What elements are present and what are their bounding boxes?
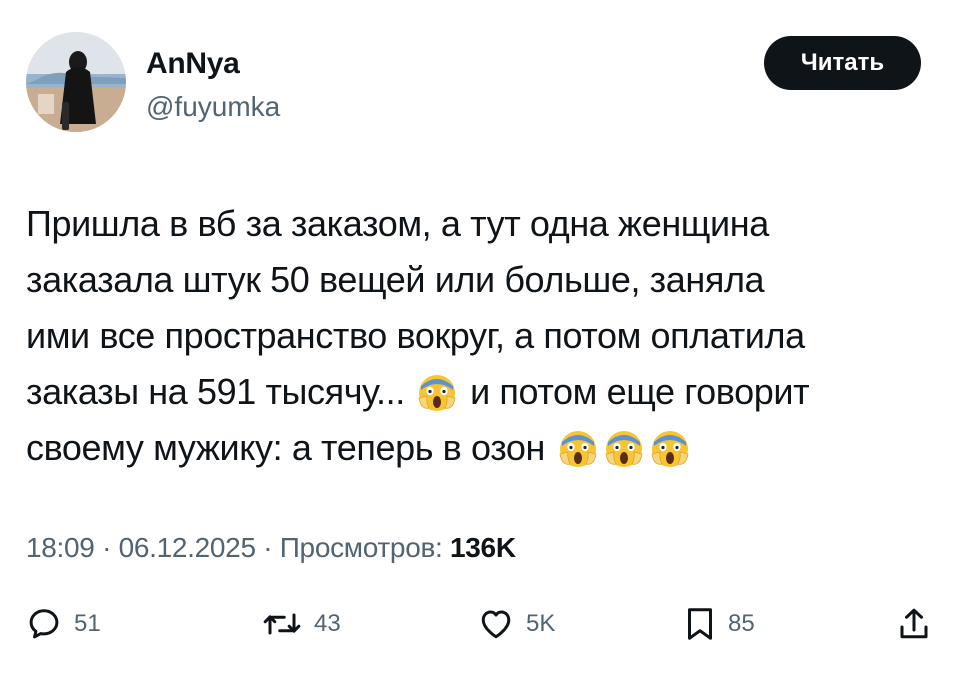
tweet-line: заказы на 591 тысячу... — [26, 371, 405, 412]
share-button[interactable] — [896, 604, 932, 644]
scream-emoji-icon — [558, 428, 598, 468]
follow-button[interactable]: Читать — [764, 36, 921, 90]
views-label: Просмотров: — [279, 532, 443, 563]
tweet-date[interactable]: 06.12.2025 — [119, 532, 256, 563]
tweet-line: своему мужику: а теперь в озон — [26, 427, 546, 468]
bookmark-icon — [688, 608, 712, 640]
reply-count: 51 — [74, 610, 101, 637]
share-icon — [900, 608, 928, 639]
tweet-line: заказала штук 50 вещей или больше, занял… — [26, 259, 765, 300]
scream-emoji-icon — [604, 428, 644, 468]
reply-icon — [29, 609, 59, 639]
tweet-card: AnNya @fuyumka Читать Пришла в вб за зак… — [0, 0, 960, 674]
views-count: 136K — [450, 532, 516, 563]
tweet-meta: 18:09 · 06.12.2025 · Просмотров: 136K — [26, 530, 516, 566]
bookmark-count: 85 — [728, 610, 755, 637]
tweet-text: Пришла в вб за заказом, а тут одна женщи… — [26, 196, 946, 476]
bookmark-button[interactable]: 85 — [684, 604, 755, 644]
like-count: 5K — [526, 610, 556, 637]
avatar-photo — [26, 32, 126, 132]
tweet-line: и потом еще говорит — [470, 371, 810, 412]
repost-button[interactable]: 43 — [262, 604, 341, 644]
scream-emoji-icon — [650, 428, 690, 468]
repost-count: 43 — [314, 610, 341, 637]
meta-separator: · — [263, 532, 273, 563]
tweet-time[interactable]: 18:09 — [26, 532, 95, 563]
like-icon — [481, 610, 511, 639]
repost-icon — [263, 613, 301, 635]
tweet-line: Пришла в вб за заказом, а тут одна женщи… — [26, 203, 769, 244]
like-button[interactable]: 5K — [478, 604, 555, 644]
scream-emoji-icon — [417, 372, 457, 412]
tweet-line: ими все пространство вокруг, а потом опл… — [26, 315, 805, 356]
avatar[interactable] — [26, 32, 126, 132]
meta-separator: · — [102, 532, 112, 563]
user-handle[interactable]: @fuyumka — [146, 90, 280, 124]
reply-button[interactable]: 51 — [26, 604, 101, 644]
display-name[interactable]: AnNya — [146, 46, 240, 82]
